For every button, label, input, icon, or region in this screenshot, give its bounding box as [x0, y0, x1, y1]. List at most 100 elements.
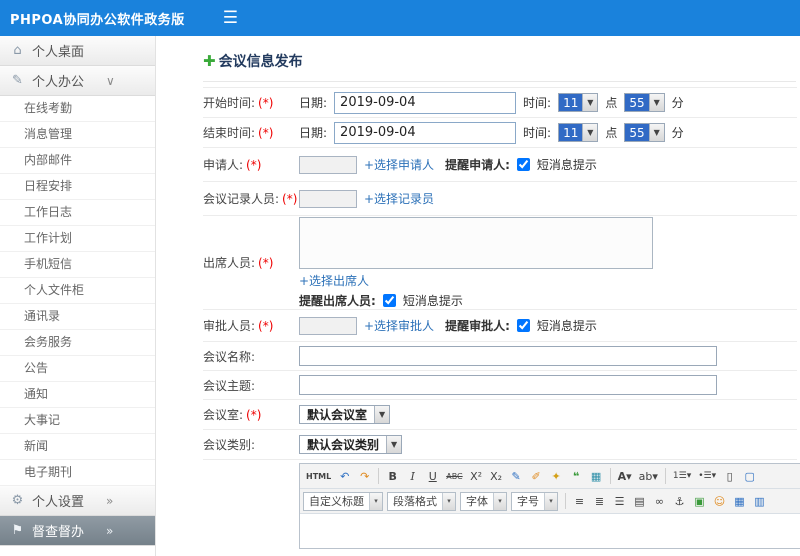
bold-button[interactable]: B — [383, 467, 402, 486]
sidebar-section-settings[interactable]: ⚙ 个人设置 » — [0, 486, 155, 516]
strikethrough-button[interactable]: ABC — [443, 467, 465, 486]
form-row-editor: HTML ↶ ↷ B I U ABC X² X₂ ✎ ✐ ✦ ❝ ▦ A▾ ab… — [203, 460, 800, 549]
start-date-input[interactable] — [334, 91, 517, 114]
remind-applicant-checkbox[interactable] — [516, 158, 530, 171]
meeting-subject-input[interactable] — [299, 375, 717, 395]
sms-hint-label: 短消息提示 — [536, 158, 597, 172]
sidebar-item-attendance[interactable]: 在线考勤 — [0, 96, 155, 122]
sidebar-item-contacts[interactable]: 通讯录 — [0, 304, 155, 330]
minute-unit-label: 分 — [671, 126, 684, 140]
select-attendee-link[interactable]: +选择出席人 — [299, 272, 369, 289]
page-icon[interactable]: ▯ — [720, 467, 739, 486]
font-size-select[interactable]: 字号 ▾ — [511, 491, 558, 511]
select-approver-link[interactable]: +选择审批人 — [364, 317, 434, 334]
anchor-icon[interactable]: ⚓ — [670, 492, 689, 511]
meeting-form: 开始时间:(*) 日期: 时间: 11▼ 点 55▼ 分 结束时间:(*) 日期… — [203, 87, 800, 549]
highlight-color-button[interactable]: ab▾ — [636, 467, 661, 486]
required-mark: (*) — [282, 192, 298, 206]
end-date-input[interactable] — [334, 121, 517, 144]
remind-approver-checkbox[interactable] — [516, 319, 530, 332]
subscript-button[interactable]: X₂ — [487, 467, 506, 486]
dropdown-arrow-icon: ▼ — [582, 94, 598, 111]
format-painter-icon[interactable]: ✎ — [507, 467, 526, 486]
sidebar-item-meeting-service[interactable]: 会务服务 — [0, 330, 155, 356]
blockquote-icon[interactable]: ❝ — [567, 467, 586, 486]
emoticon-icon[interactable]: ☺ — [710, 492, 729, 511]
font-color-button[interactable]: A▾ — [615, 467, 635, 486]
ordered-list-button[interactable]: 1☰▾ — [670, 467, 694, 486]
sidebar-item-work-log[interactable]: 工作日志 — [0, 200, 155, 226]
sidebar-item-work-plan[interactable]: 工作计划 — [0, 226, 155, 252]
sidebar-item-notice[interactable]: 通知 — [0, 382, 155, 408]
select-applicant-link[interactable]: +选择申请人 — [364, 156, 434, 173]
sidebar-section-supervision[interactable]: ⚑ 督查督办 » — [0, 516, 155, 546]
form-row-attendees: 出席人员: (*) +选择出席人 提醒出席人员: 短消息提示 — [203, 216, 797, 310]
dropdown-arrow-icon: ▾ — [493, 492, 506, 510]
unordered-list-button[interactable]: •☰▾ — [695, 467, 719, 486]
template-icon[interactable]: ▦ — [587, 467, 606, 486]
superscript-button[interactable]: X² — [467, 467, 486, 486]
menu-icon[interactable]: ☰ — [223, 9, 238, 27]
dropdown-arrow-icon: ▼ — [648, 124, 664, 141]
meeting-name-input[interactable] — [299, 346, 717, 366]
align-center-icon[interactable]: ≣ — [590, 492, 609, 511]
approver-input[interactable] — [299, 316, 357, 335]
meeting-type-select[interactable]: 默认会议类别 ▼ — [299, 435, 403, 454]
editor-toolbar-row1: HTML ↶ ↷ B I U ABC X² X₂ ✎ ✐ ✦ ❝ ▦ A▾ ab… — [300, 464, 800, 489]
sidebar-section-label: 个人办公 — [32, 75, 85, 90]
pencil-icon[interactable]: ✐ — [527, 467, 546, 486]
gear-icon: ⚙ — [11, 493, 24, 508]
start-hour-select[interactable]: 11 ▼ — [558, 93, 599, 112]
paragraph-select[interactable]: 段落格式 ▾ — [387, 491, 456, 511]
italic-button[interactable]: I — [403, 467, 422, 486]
html-source-button[interactable]: HTML — [303, 467, 334, 486]
sidebar-item-e-journal[interactable]: 电子期刊 — [0, 460, 155, 486]
editor-toolbar-row2: 自定义标题 ▾ 段落格式 ▾ 字体 ▾ 字号 ▾ ≡ ≣ ☰ ▤ ∞ ⚓ ▣ ☺ ▦ — [300, 489, 800, 514]
font-family-select[interactable]: 字体 ▾ — [460, 491, 507, 511]
end-hour-select[interactable]: 11 ▼ — [558, 123, 599, 142]
time-label: 时间: — [523, 126, 552, 140]
remind-attendees-checkbox[interactable] — [382, 293, 396, 307]
sidebar-item-file-cabinet[interactable]: 个人文件柜 — [0, 278, 155, 304]
sidebar-item-messages[interactable]: 消息管理 — [0, 122, 155, 148]
meeting-room-select[interactable]: 默认会议室 ▼ — [299, 405, 391, 424]
align-right-icon[interactable]: ☰ — [610, 492, 629, 511]
add-icon: ✚ — [203, 51, 216, 70]
page-header: ✚ 会议信息发布 — [203, 50, 796, 72]
align-justify-icon[interactable]: ▤ — [630, 492, 649, 511]
sidebar-item-schedule[interactable]: 日程安排 — [0, 174, 155, 200]
fullscreen-button[interactable]: ▢ — [740, 467, 759, 486]
sidebar-section-office[interactable]: ✎ 个人办公 ∨ — [0, 66, 155, 96]
underline-button[interactable]: U — [423, 467, 442, 486]
redo-icon[interactable]: ↷ — [355, 467, 374, 486]
sidebar-section-desktop[interactable]: ⌂ 个人桌面 — [0, 36, 155, 66]
select-recorder-link[interactable]: +选择记录员 — [364, 190, 434, 207]
grid-icon[interactable]: ▥ — [750, 492, 769, 511]
sidebar-item-mail[interactable]: 内部邮件 — [0, 148, 155, 174]
sidebar-item-announcement[interactable]: 公告 — [0, 356, 155, 382]
toolbar-separator — [664, 468, 666, 484]
editor-content-area[interactable] — [300, 514, 800, 548]
heading-select[interactable]: 自定义标题 ▾ — [303, 491, 383, 511]
remove-format-icon[interactable]: ✦ — [547, 467, 566, 486]
undo-icon[interactable]: ↶ — [335, 467, 354, 486]
sidebar-item-sms[interactable]: 手机短信 — [0, 252, 155, 278]
office-icon: ✎ — [12, 73, 23, 88]
table-icon[interactable]: ▦ — [730, 492, 749, 511]
divider — [203, 81, 796, 82]
link-icon[interactable]: ∞ — [650, 492, 669, 511]
sidebar-section-label: 个人设置 — [32, 495, 85, 510]
applicant-input[interactable] — [299, 155, 357, 174]
form-row-start-time: 开始时间:(*) 日期: 时间: 11▼ 点 55▼ 分 — [203, 88, 797, 118]
recorder-input[interactable] — [299, 189, 357, 208]
attendees-textarea[interactable] — [299, 216, 653, 269]
image-icon[interactable]: ▣ — [690, 492, 709, 511]
sidebar-item-news[interactable]: 新闻 — [0, 434, 155, 460]
start-minute-select[interactable]: 55 ▼ — [624, 93, 665, 112]
dropdown-arrow-icon: ▾ — [369, 492, 382, 510]
page-title: 会议信息发布 — [218, 54, 303, 70]
align-left-icon[interactable]: ≡ — [570, 492, 589, 511]
end-minute-select[interactable]: 55 ▼ — [624, 123, 665, 142]
main-content: ✚ 会议信息发布 开始时间:(*) 日期: 时间: 11▼ 点 55▼ 分 结束… — [157, 36, 800, 556]
sidebar-item-events[interactable]: 大事记 — [0, 408, 155, 434]
